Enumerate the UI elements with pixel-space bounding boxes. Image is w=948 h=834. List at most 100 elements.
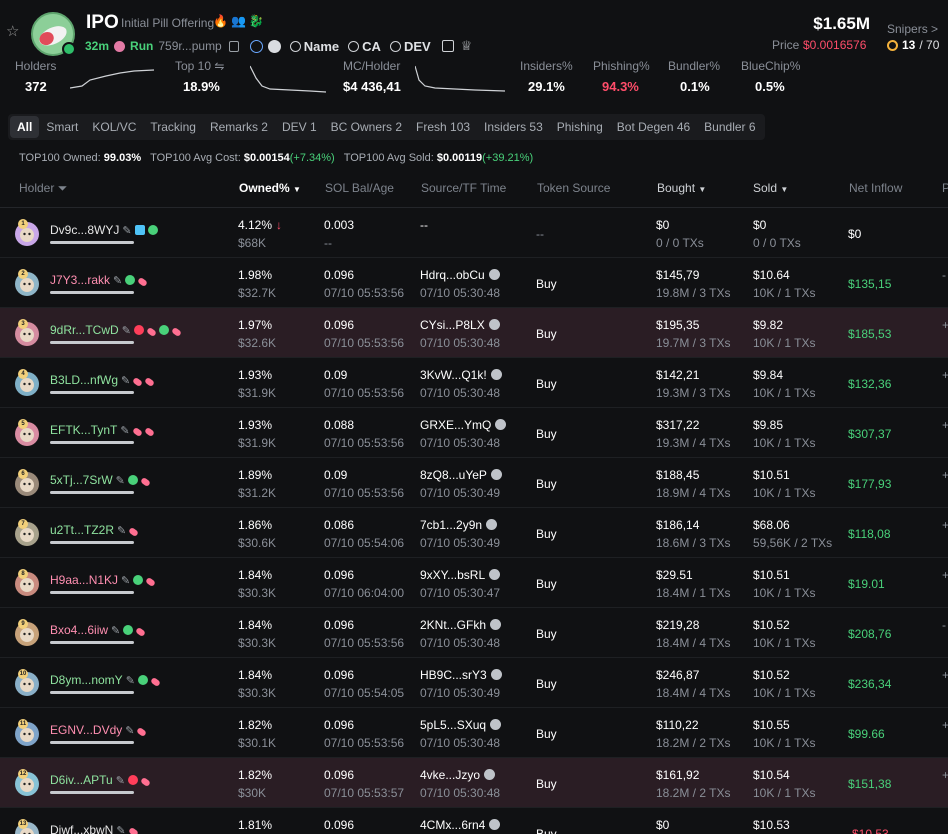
table-row[interactable]: 1 Dv9c...8WYJ ✎ 4.12% ↓ $68K 0.003 -- -- -… — [0, 208, 948, 258]
edit-remark-icon[interactable]: ✎ — [121, 575, 130, 587]
table-row[interactable]: 13 Djwf...xbwN ✎ 1.81% 0.096 4CMx...6rn4 … — [0, 808, 948, 834]
table-row[interactable]: 4 B3LD...nfWg ✎ 1.93% $31.9K 0.09 07/10 0… — [0, 358, 948, 408]
pnl-edge: + — [942, 568, 948, 582]
search-ca-link[interactable]: CA — [348, 39, 381, 54]
holder-tag-icon — [132, 376, 144, 388]
edit-remark-icon[interactable]: ✎ — [111, 625, 120, 637]
stat-insiders: Insiders% 29.1% — [520, 59, 573, 94]
funding-source[interactable]: 9xXY...bsRL — [420, 568, 501, 582]
table-row[interactable]: 12 D6iv...APTu ✎ 1.82% $30K 0.096 07/10 0… — [0, 758, 948, 808]
search-dev-link[interactable]: DEV — [389, 39, 431, 54]
table-row[interactable]: 7 u2Tt...TZ2R ✎ 1.86% $30.6K 0.086 07/10 … — [0, 508, 948, 558]
funding-source[interactable]: 7cb1...2y9n — [420, 518, 498, 532]
holder-address[interactable]: 5xTj...7SrW ✎ — [50, 473, 151, 488]
funding-source[interactable]: HB9C...srY3 — [420, 668, 502, 682]
edit-remark-icon[interactable]: ✎ — [116, 775, 125, 787]
exchange-icon — [489, 819, 501, 830]
column-net-inflow[interactable]: Net Inflow — [849, 181, 902, 195]
holder-address[interactable]: Djwf...xbwN ✎ — [50, 823, 139, 834]
table-row[interactable]: 8 H9aa...N1KJ ✎ 1.84% $30.3K 0.096 07/10 … — [0, 558, 948, 608]
edit-remark-icon[interactable]: ✎ — [122, 225, 131, 237]
edit-remark-icon[interactable]: ✎ — [116, 475, 125, 487]
snipers-link[interactable]: Snipers > — [887, 22, 938, 36]
token-source: Buy — [536, 327, 557, 341]
wallet-age: 07/10 05:53:56 — [324, 736, 405, 750]
holder-address[interactable]: Bxo4...6iiw ✎ — [50, 623, 147, 638]
column-sold[interactable]: Sold ▼ — [753, 181, 788, 195]
table-row[interactable]: 10 D8ym...nomY ✎ 1.84% $30.3K 0.096 07/10… — [0, 658, 948, 708]
sold-txs: 10K / 1 TXs — [753, 586, 816, 600]
tab-dev[interactable]: DEV 1 — [275, 116, 324, 138]
funding-source[interactable]: CYsi...P8LX — [420, 318, 500, 332]
holder-address[interactable]: u2Tt...TZ2R ✎ — [50, 523, 140, 538]
pnl-edge: + — [942, 518, 948, 532]
column-holder[interactable]: Holder ⏷ — [19, 181, 67, 196]
tab-remarks[interactable]: Remarks 2 — [203, 116, 275, 138]
column-bought[interactable]: Bought ▼ — [657, 181, 706, 195]
funding-source[interactable]: -- — [420, 218, 428, 232]
funding-source[interactable]: GRXE...YmQ — [420, 418, 507, 432]
holder-address[interactable]: B3LD...nfWg ✎ — [50, 373, 156, 388]
tab-insiders[interactable]: Insiders 53 — [477, 116, 550, 138]
tab-kol-vc[interactable]: KOL/VC — [85, 116, 143, 138]
holder-share-bar — [50, 741, 134, 744]
wallet-age: -- — [324, 236, 332, 250]
favorite-star-icon[interactable]: ☆ — [6, 24, 22, 40]
table-row[interactable]: 3 9dRr...TCwD ✎ 1.97% $32.6K 0.096 07/10 … — [0, 308, 948, 358]
edit-remark-icon[interactable]: ✎ — [113, 275, 122, 287]
edit-remark-icon[interactable]: ✎ — [122, 325, 131, 337]
exchange-icon — [486, 519, 498, 530]
funding-source[interactable]: 4vke...Jzyo — [420, 768, 496, 782]
tab-bot-degen[interactable]: Bot Degen 46 — [610, 116, 697, 138]
funding-source[interactable]: Hdrq...obCu — [420, 268, 500, 282]
column-owned[interactable]: Owned% ▼ — [239, 181, 301, 195]
tab-bundler[interactable]: Bundler 6 — [697, 116, 762, 138]
holder-address[interactable]: H9aa...N1KJ ✎ — [50, 573, 157, 588]
holder-address[interactable]: D6iv...APTu ✎ — [50, 773, 151, 788]
funding-source[interactable]: 2KNt...GFkh — [420, 618, 502, 632]
funding-source[interactable]: 3KvW...Q1k! — [420, 368, 502, 382]
edit-remark-icon[interactable]: ✎ — [120, 425, 129, 437]
token-program-icon[interactable] — [267, 39, 281, 53]
table-row[interactable]: 9 Bxo4...6iiw ✎ 1.84% $30.3K 0.096 07/10 … — [0, 608, 948, 658]
copy-icon[interactable] — [228, 40, 239, 52]
holder-address[interactable]: 9dRr...TCwD ✎ — [50, 323, 182, 338]
funding-source[interactable]: 5pL5...SXuq — [420, 718, 502, 732]
tab-tracking[interactable]: Tracking — [143, 116, 203, 138]
column-source[interactable]: Source/TF Time — [421, 181, 506, 195]
holder-address[interactable]: J7Y3...rakk ✎ — [50, 273, 149, 288]
owned-value: $30.3K — [238, 636, 277, 650]
holder-address[interactable]: Dv9c...8WYJ ✎ — [50, 223, 158, 237]
edit-remark-icon[interactable]: ✎ — [121, 375, 130, 387]
rank-badge: 11 — [18, 719, 28, 729]
funding-source[interactable]: 8zQ8...uYeP — [420, 468, 502, 482]
owned-value: $32.6K — [238, 336, 277, 350]
holder-tag-icon — [143, 426, 155, 438]
column-sol-bal-age[interactable]: SOL Bal/Age — [325, 181, 394, 195]
table-row[interactable]: 6 5xTj...7SrW ✎ 1.89% $31.2K 0.09 07/10 0… — [0, 458, 948, 508]
crown-icon[interactable]: ♕ — [461, 38, 473, 54]
edit-remark-icon[interactable]: ✎ — [126, 675, 135, 687]
filter-icon[interactable]: ⏷ — [58, 181, 68, 195]
table-row[interactable]: 2 J7Y3...rakk ✎ 1.98% $32.7K 0.096 07/10 … — [0, 258, 948, 308]
column-token-source[interactable]: Token Source — [537, 181, 610, 195]
table-row[interactable]: 11 EGNV...DVdy ✎ 1.82% $30.1K 0.096 07/10… — [0, 708, 948, 758]
tab-all[interactable]: All — [10, 116, 40, 138]
tab-phishing[interactable]: Phishing — [550, 116, 610, 138]
funding-source[interactable]: 4CMx...6rn4 — [420, 818, 501, 832]
market-cap: $1.65M — [813, 14, 870, 33]
feather-icon[interactable] — [249, 39, 263, 53]
edit-remark-icon[interactable]: ✎ — [125, 725, 134, 737]
tab-smart[interactable]: Smart — [39, 116, 85, 138]
edit-remark-icon[interactable]: ✎ — [117, 525, 126, 537]
column-pnl[interactable]: P — [942, 181, 948, 195]
edit-remark-icon[interactable]: ✎ — [116, 825, 125, 834]
tab-bc-owners[interactable]: BC Owners 2 — [324, 116, 409, 138]
holder-address[interactable]: D8ym...nomY ✎ — [50, 673, 161, 688]
search-name-link[interactable]: Name — [289, 39, 339, 54]
table-row[interactable]: 5 EFTK...TynT ✎ 1.93% $31.9K 0.088 07/10 … — [0, 408, 948, 458]
external-link-icon[interactable] — [441, 40, 454, 52]
tab-fresh[interactable]: Fresh 103 — [409, 116, 477, 138]
holder-address[interactable]: EFTK...TynT ✎ — [50, 423, 155, 438]
holder-address[interactable]: EGNV...DVdy ✎ — [50, 723, 148, 738]
